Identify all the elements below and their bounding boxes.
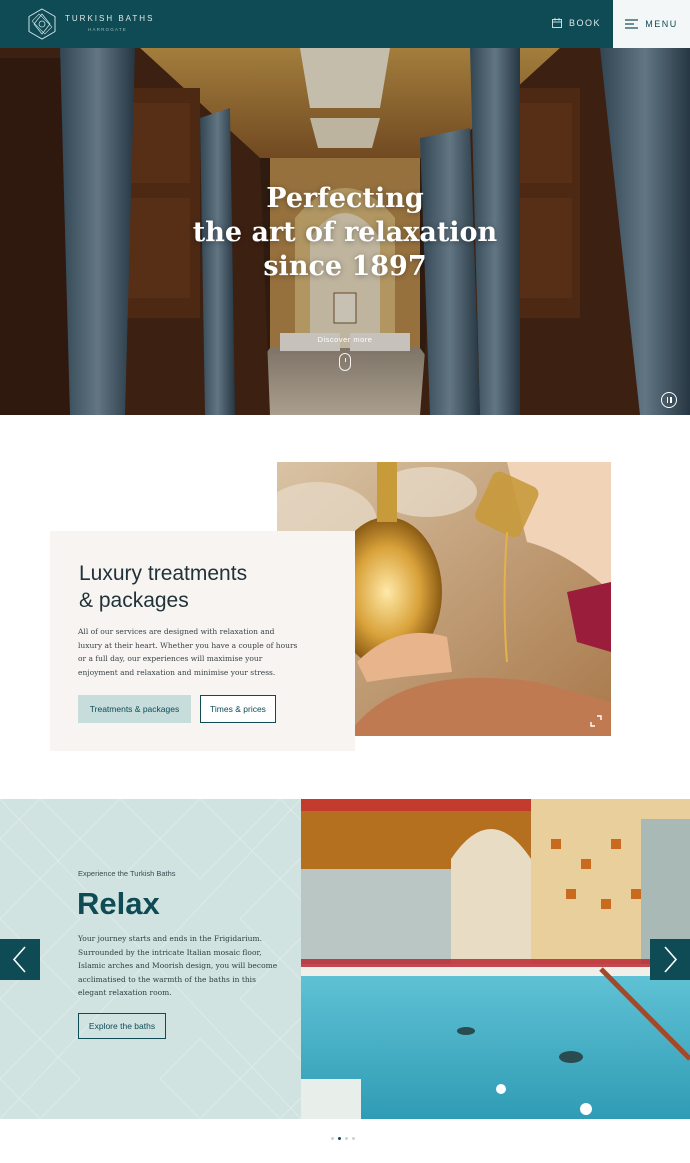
- slide-eyebrow: Experience the Turkish Baths: [78, 869, 176, 878]
- expand-icon[interactable]: [590, 715, 602, 727]
- treatments-title: Luxury treatments & packages: [79, 560, 247, 614]
- slider-next-button[interactable]: [650, 939, 690, 980]
- book-button[interactable]: BOOK: [552, 18, 601, 28]
- discover-more-link[interactable]: Discover more: [0, 335, 690, 344]
- slide-title: Relax: [77, 886, 160, 921]
- explore-baths-button[interactable]: Explore the baths: [78, 1013, 166, 1039]
- relax-image: [301, 799, 690, 1119]
- hero-title-line: the art of relaxation: [192, 217, 498, 248]
- slider-dot[interactable]: [345, 1137, 348, 1140]
- brand-location: HARROGATE: [88, 27, 127, 32]
- chevron-right-icon: [664, 946, 678, 973]
- treatments-description: All of our services are designed with re…: [78, 627, 298, 677]
- treatments-title-line: & packages: [79, 589, 189, 612]
- treatments-title-line: Luxury treatments: [79, 562, 248, 585]
- slider-dot[interactable]: [352, 1137, 355, 1140]
- times-prices-button[interactable]: Times & prices: [200, 695, 276, 723]
- slider-pagination: [331, 1137, 355, 1140]
- chevron-left-icon: [12, 946, 26, 973]
- book-label: BOOK: [569, 18, 602, 28]
- scroll-mouse-icon[interactable]: [339, 353, 351, 371]
- menu-label: MENU: [645, 19, 678, 29]
- pause-icon[interactable]: [661, 392, 677, 408]
- hamburger-icon: [625, 19, 639, 29]
- brand-name[interactable]: TURKISH BATHS: [65, 14, 154, 23]
- slider-dot[interactable]: [331, 1137, 334, 1140]
- hero-title-line: since 1897: [263, 251, 427, 282]
- treatments-packages-button[interactable]: Treatments & packages: [78, 695, 191, 723]
- hero-title-line: Perfecting: [266, 183, 424, 214]
- calendar-icon: [552, 18, 562, 28]
- slider-prev-button[interactable]: [0, 939, 40, 980]
- slide-description: Your journey starts and ends in the Frig…: [78, 934, 278, 997]
- slider-dot-active[interactable]: [338, 1137, 341, 1140]
- menu-button[interactable]: MENU: [613, 0, 690, 48]
- site-header: TURKISH BATHS HARROGATE BOOK MENU: [0, 0, 690, 48]
- hero-title: Perfecting the art of relaxation since 1…: [0, 182, 690, 284]
- hero-section: Perfecting the art of relaxation since 1…: [0, 48, 690, 415]
- logo-icon[interactable]: [27, 8, 57, 40]
